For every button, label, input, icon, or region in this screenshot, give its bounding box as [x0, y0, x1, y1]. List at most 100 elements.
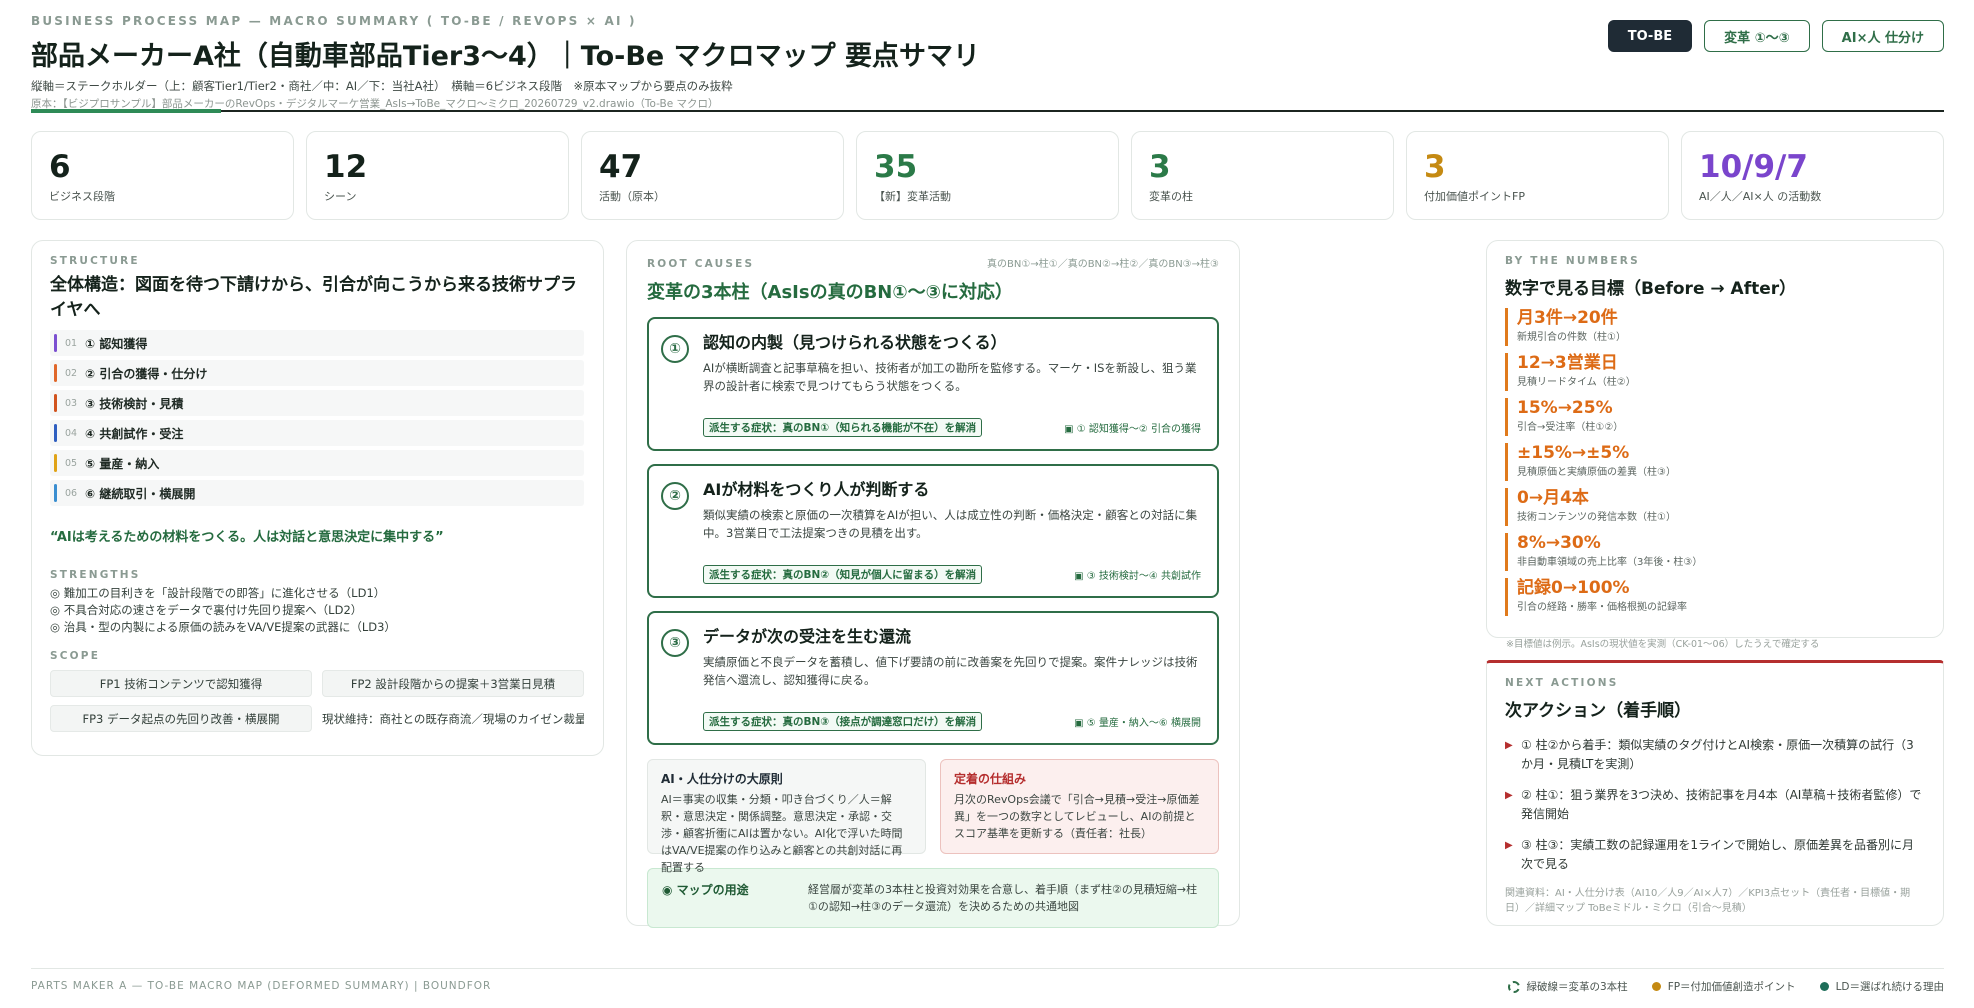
anchor-description: 月次のRevOps会議で「引合→見積→受注→原価差異」を一つの数字としてレビュー… [954, 793, 1200, 840]
goal-item: 月3件→20件新規引合の件数（柱①） [1505, 307, 1925, 346]
kpi-label: 変革の柱 [1149, 190, 1193, 204]
stage-color-bar [54, 394, 57, 413]
goal-item: ±15%→±5% 見積原価と実績原価の差異（柱③） [1505, 442, 1925, 481]
stage-color-bar [54, 334, 57, 353]
numbers-card: BY THE NUMBERS 数字で見る目標（Before → After） 月… [1486, 240, 1944, 638]
transform-button[interactable]: 変革 ①〜③ [1704, 20, 1810, 52]
view-switcher: TO-BE 変革 ①〜③ AI×人 仕分け [1607, 20, 1944, 52]
scope-chip[interactable]: FP3 データ起点の先回り改善・横展開 [50, 705, 312, 733]
action-item[interactable]: ▶ ① 柱②から着手：類似実績のタグ付けとAI検索・原価一次積算の試行（3か月・見… [1505, 736, 1925, 774]
principle-quote: “AIは考えるための材料をつくる。人は対話と意思決定に集中する” [50, 530, 444, 546]
kpi-value: 3 [1149, 149, 1171, 185]
strengths-list: ◎ 難加工の目利きを「設計段階での即答」に進化させる（LD1） ◎ 不具合対応の… [50, 585, 585, 636]
pillar-card[interactable]: ③ データが次の受注を生む還流 実績原価と不良データを蓄積し、値下げ要請の前に改… [647, 611, 1219, 745]
goal-item: 記録0→100% 引合の経路・勝率・価格根拠の記録率 [1505, 577, 1925, 616]
root-kicker: ROOT CAUSES [647, 258, 755, 270]
strengths-kicker: STRENGTHS [50, 569, 141, 582]
pillar-title: AIが材料をつくり人が判断する [703, 480, 930, 499]
principle-row: AI・人仕分けの大原則 AI＝事実の収集・分類・叩き台づくり／人＝解釈・意思決定… [647, 759, 1219, 874]
ai-human-principle: AI・人仕分けの大原則 AI＝事実の収集・分類・叩き台づくり／人＝解釈・意思決定… [647, 759, 926, 874]
goal-label: 技術コンテンツの発信本数（柱①） [1517, 511, 1676, 523]
stage-label: ⑤ 量産・納入 [85, 456, 160, 471]
arrow-icon: ▶ [1505, 839, 1513, 851]
stage-item[interactable]: 03 ③ 技術検討・見積 [50, 390, 584, 417]
goal-label: 見積リードタイム（柱②） [1517, 376, 1636, 388]
legend-item: FP＝付加価値創造ポイント [1651, 979, 1796, 994]
scope-note: 現状維持：商社との既存商流／現場のカイゼン裁量 [322, 711, 584, 726]
kpi-value: 35 [874, 149, 918, 185]
stage-item[interactable]: 04 ④ 共創試作・受注 [50, 420, 584, 447]
kpi-value: 47 [599, 149, 643, 185]
pillar-card[interactable]: ① 認知の内製（見つけられる状態をつくる） AIが横断調査と記事草稿を担い、技術… [647, 317, 1219, 451]
kpi-card: 3 変革の柱 [1131, 131, 1394, 220]
goal-label: 見積原価と実績原価の差異（柱③） [1517, 466, 1676, 478]
goal-label: 引合の経路・勝率・価格根拠の記録率 [1517, 601, 1687, 613]
scope-chip[interactable]: FP1 技術コンテンツで認知獲得 [50, 670, 312, 698]
stage-label: ⑥ 継続取引・横展開 [85, 486, 196, 501]
structure-card: STRUCTURE 全体構造：図面を待つ下請けから、引合が向こうから来る技術サプ… [31, 240, 604, 756]
scope-grid: FP1 技術コンテンツで認知獲得 FP2 設計段階からの提案＋3営業日見積 FP… [50, 670, 585, 733]
scope-chip[interactable]: FP2 設計段階からの提案＋3営業日見積 [322, 670, 584, 698]
footer-legend: 緑破線＝変革の3本柱 FP＝付加価値創造ポイント LD＝選ばれ続ける理由 [1507, 979, 1944, 994]
root-causes-card: ROOT CAUSES 真のBN①→柱①／真のBN②→柱②／真のBN③→柱③ 変… [626, 240, 1240, 928]
action-text: ③ 柱③：実績工数の記録運用を1ラインで開始し、原価差異を品番別に月次で見る [1521, 837, 1914, 871]
goal-value: 8%→30% [1517, 532, 1601, 553]
legend-label: LD＝選ばれ続ける理由 [1835, 981, 1944, 993]
related-docs: 関連資料：AI・人仕分け表（AI10／人9／AI×人7）／KPI3点セット（責任… [1505, 887, 1911, 914]
stage-color-bar [54, 424, 57, 443]
stage-number: 02 [65, 367, 78, 379]
pillar-number: ③ [661, 629, 689, 657]
action-item[interactable]: ▶ ③ 柱③：実績工数の記録運用を1ラインで開始し、原価差異を品番別に月次で見る [1505, 836, 1925, 874]
stage-item[interactable]: 01 ① 認知獲得 [50, 330, 584, 357]
arrow-icon: ▶ [1505, 789, 1513, 801]
kpi-value: 3 [1424, 149, 1446, 185]
stage-number: 03 [65, 397, 78, 409]
arrow-icon: ▶ [1505, 739, 1513, 751]
pillar-title: 認知の内製（見つけられる状態をつくる） [703, 333, 1007, 352]
map-usage: ◉ マップの用途 経営層が変革の3本柱と投資対効果を合意し、着手順（まず柱②の見… [647, 868, 1219, 928]
kpi-label: 活動（原本） [599, 190, 665, 204]
header-divider [31, 110, 1944, 112]
scope-kicker: SCOPE [50, 650, 101, 663]
stage-color-bar [54, 364, 57, 383]
pillar-card[interactable]: ② AIが材料をつくり人が判断する 類似実績の検索と原価の一次積算をAIが担い、… [647, 464, 1219, 598]
stage-label: ③ 技術検討・見積 [85, 396, 184, 411]
pillar-title: データが次の受注を生む還流 [703, 627, 912, 646]
legend-label: FP＝付加価値創造ポイント [1667, 981, 1796, 993]
next-actions-card: NEXT ACTIONS 次アクション（着手順） ▶ ① 柱②から着手：類似実績の… [1486, 660, 1944, 926]
goal-label: 非自動車領域の売上比率（3年後・柱③） [1517, 556, 1703, 568]
legend-label: 緑破線＝変革の3本柱 [1526, 981, 1628, 993]
goal-item: 12→3営業日 見積リードタイム（柱②） [1505, 352, 1925, 391]
kpi-value: 10/9/7 [1699, 149, 1808, 185]
root-title: 変革の3本柱（AsIsの真のBN①〜③に対応） [647, 282, 1013, 303]
kpi-card: 3 付加価値ポイントFP [1406, 131, 1669, 220]
stage-item[interactable]: 02 ② 引合の獲得・仕分け [50, 360, 584, 387]
kpi-card: 6 ビジネス段階 [31, 131, 294, 220]
goal-value: 記録0→100% [1517, 577, 1630, 598]
action-item[interactable]: ▶ ② 柱①：狙う業界を3つ決め、技術記事を月4本（AI草稿＋技術者監修）で発信開… [1505, 786, 1925, 824]
pillar-symptom-tag: 派生する症状：真のBN②（知見が個人に留まる）を解消 [703, 565, 983, 584]
goal-value: 15%→25% [1517, 397, 1613, 418]
action-text: ② 柱①：狙う業界を3つ決め、技術記事を月4本（AI草稿＋技術者監修）で発信開始 [1521, 787, 1922, 821]
usage-title: ◉ マップの用途 [662, 883, 749, 897]
dashed-ring-icon [1507, 980, 1520, 993]
numbers-kicker: BY THE NUMBERS [1505, 255, 1640, 267]
ai-human-button[interactable]: AI×人 仕分け [1821, 20, 1944, 52]
pillar-symptom-tag: 派生する症状：真のBN①（知られる機能が不在）を解消 [703, 418, 983, 437]
kpi-card: 12 シーン [306, 131, 569, 220]
next-kicker: NEXT ACTIONS [1505, 677, 1619, 689]
kpi-card: 35 【新】変革活動 [856, 131, 1119, 220]
structure-title: 全体構造：図面を待つ下請けから、引合が向こうから来る技術サプライヤへ [50, 275, 577, 320]
root-mapping-note: 真のBN①→柱①／真のBN②→柱②／真のBN③→柱③ [987, 259, 1219, 270]
stage-item[interactable]: 06 ⑥ 継続取引・横展開 [50, 480, 584, 507]
goal-value: 0→月4本 [1517, 487, 1589, 508]
goal-label: 新規引合の件数（柱①） [1517, 331, 1626, 343]
structure-kicker: STRUCTURE [50, 255, 140, 267]
footer-divider [31, 968, 1944, 969]
header-subtitle: 縦軸＝ステークホルダー（上：顧客Tier1/Tier2・商社／中：AI／下：当社… [31, 79, 733, 93]
goal-item: 0→月4本技術コンテンツの発信本数（柱①） [1505, 487, 1925, 526]
stage-item[interactable]: 05 ⑤ 量産・納入 [50, 450, 584, 477]
tobe-button[interactable]: TO-BE [1607, 20, 1693, 52]
anchor-title: 定着の仕組み [954, 772, 1027, 786]
goal-value: 月3件→20件 [1517, 307, 1618, 328]
